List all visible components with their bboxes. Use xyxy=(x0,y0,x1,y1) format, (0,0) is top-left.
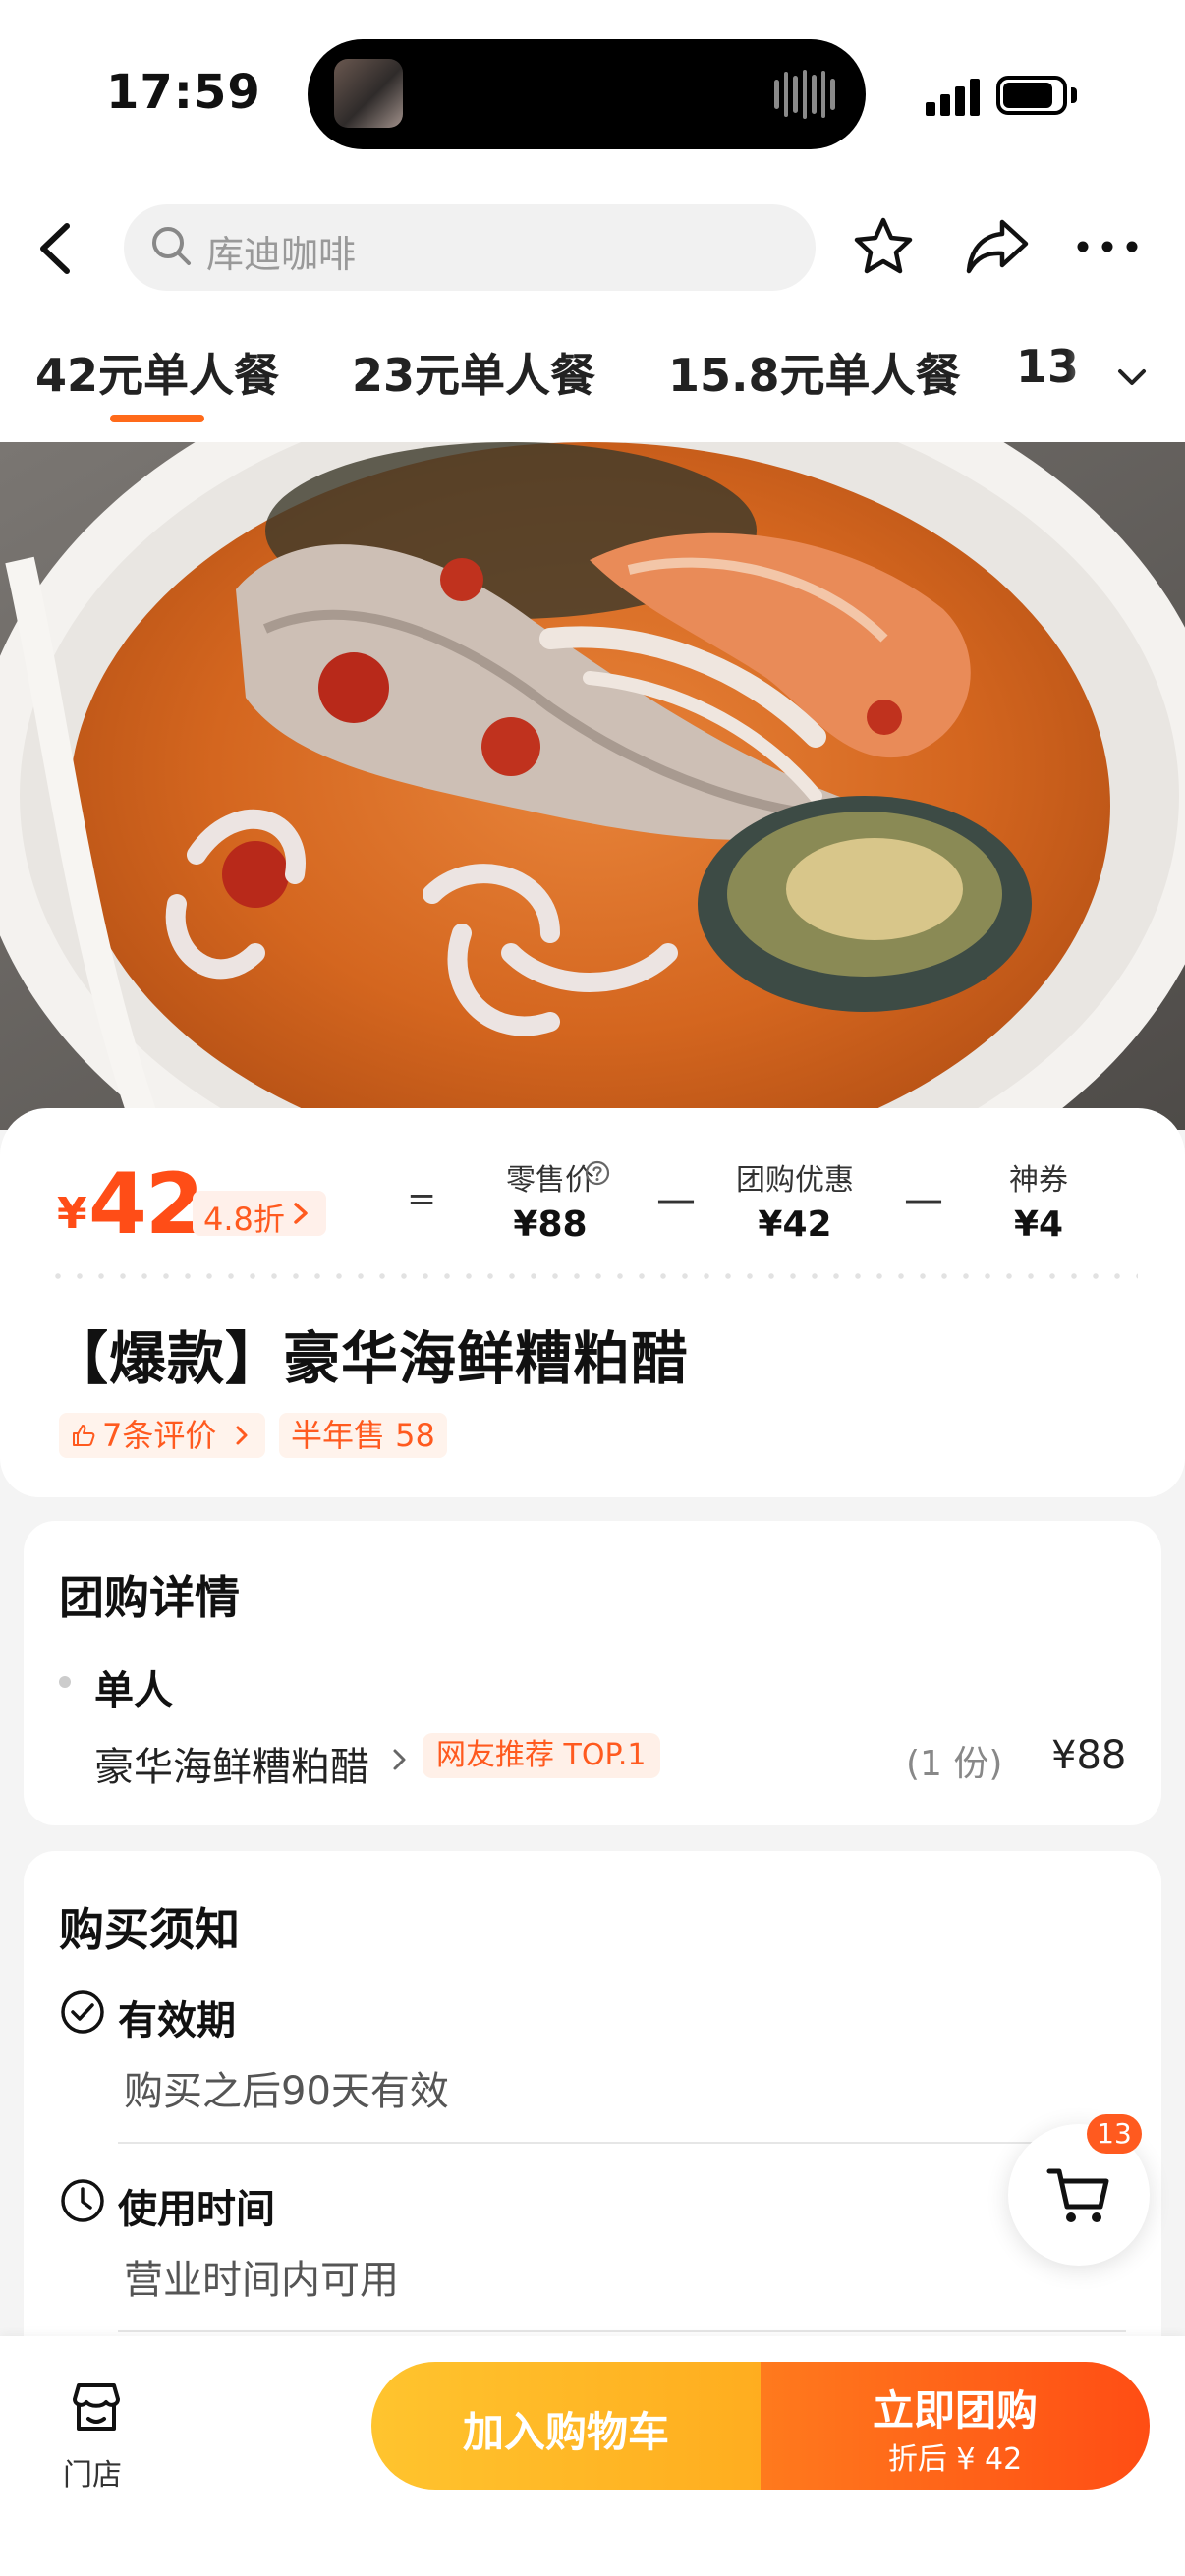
minus-sign: — xyxy=(904,1177,943,1222)
share-icon[interactable] xyxy=(961,212,1034,281)
reviews-count: 7条评价 xyxy=(102,1417,217,1454)
favorite-star-icon[interactable] xyxy=(849,212,918,281)
cart-count-badge: 13 xyxy=(1087,2114,1142,2154)
more-options-icon[interactable] xyxy=(1073,230,1142,263)
cellular-signal-icon xyxy=(926,77,983,116)
thumbs-up-icon xyxy=(73,1425,95,1446)
chevron-right-icon xyxy=(236,1426,248,1445)
reviews-link[interactable]: 7条评价 xyxy=(59,1413,265,1458)
tab-15-8-single-meal[interactable]: 15.8元单人餐 xyxy=(668,340,961,405)
recommend-tag: 网友推荐 TOP.1 xyxy=(423,1733,660,1778)
chevron-right-icon xyxy=(289,1200,312,1227)
item-name-link[interactable]: 豪华海鲜糟粕醋 xyxy=(94,1735,369,1792)
item-quantity: (1 份) xyxy=(906,1744,1003,1784)
deal-price: 42 xyxy=(88,1155,204,1254)
back-button[interactable] xyxy=(28,214,86,283)
section-divider xyxy=(118,2330,1126,2332)
audio-waveform-icon xyxy=(774,69,836,120)
dotted-divider xyxy=(47,1273,1138,1279)
equals-sign: = xyxy=(407,1179,437,1219)
buy-now-label: 立即团购 xyxy=(872,2386,1038,2435)
sales-count: 半年售 58 xyxy=(279,1413,447,1458)
shopping-cart-icon xyxy=(1046,2168,1109,2222)
buy-now-price: 折后 ¥ 42 xyxy=(887,2442,1023,2477)
purchase-notice-heading: 购买须知 xyxy=(59,1903,240,1956)
retail-price-label: 零售价 xyxy=(506,1163,594,1198)
tab-42-single-meal[interactable]: 42元单人餐 xyxy=(35,340,279,405)
coupon-label: 神券 xyxy=(1009,1163,1068,1198)
check-circle-icon xyxy=(59,1988,106,2040)
search-icon xyxy=(147,222,197,271)
product-photo xyxy=(0,442,1185,1130)
usage-time-text: 营业时间内可用 xyxy=(124,2258,399,2303)
battery-level xyxy=(1003,83,1052,108)
retail-price-value: ¥88 xyxy=(513,1204,588,1245)
chevron-down-icon[interactable] xyxy=(1112,364,1152,393)
usage-time-title: 使用时间 xyxy=(118,2187,275,2232)
group-discount-value: ¥42 xyxy=(758,1204,832,1245)
validity-title: 有效期 xyxy=(118,1998,236,2044)
minus-sign: — xyxy=(656,1177,696,1222)
item-price: ¥88 xyxy=(1051,1733,1127,1778)
price-currency: ¥ xyxy=(57,1189,87,1239)
validity-text: 购买之后90天有效 xyxy=(124,2069,449,2114)
active-tab-indicator xyxy=(110,415,204,422)
group-discount-label: 团购优惠 xyxy=(736,1163,854,1198)
product-title: 【爆款】豪华海鲜糟粕醋 xyxy=(51,1325,690,1392)
portion-group-label: 单人 xyxy=(94,1668,173,1713)
store-icon[interactable] xyxy=(67,2378,126,2436)
tab-23-single-meal[interactable]: 23元单人餐 xyxy=(352,340,595,405)
store-label[interactable]: 门店 xyxy=(63,2450,122,2493)
now-playing-thumbnail xyxy=(334,59,403,128)
battery-tip xyxy=(1071,87,1077,103)
discount-label: 4.8折 xyxy=(203,1201,285,1238)
status-time: 17:59 xyxy=(106,65,261,120)
section-divider xyxy=(118,2142,1126,2144)
chevron-right-icon xyxy=(389,1745,411,1778)
add-to-cart-label: 加入购物车 xyxy=(462,2408,669,2456)
coupon-value: ¥4 xyxy=(1013,1204,1064,1245)
deal-details-heading: 团购详情 xyxy=(59,1571,240,1624)
bullet-dot xyxy=(59,1676,71,1688)
clock-icon xyxy=(59,2177,106,2228)
question-mark-icon[interactable] xyxy=(584,1159,611,1187)
search-placeholder: 库迪咖啡 xyxy=(206,233,357,276)
